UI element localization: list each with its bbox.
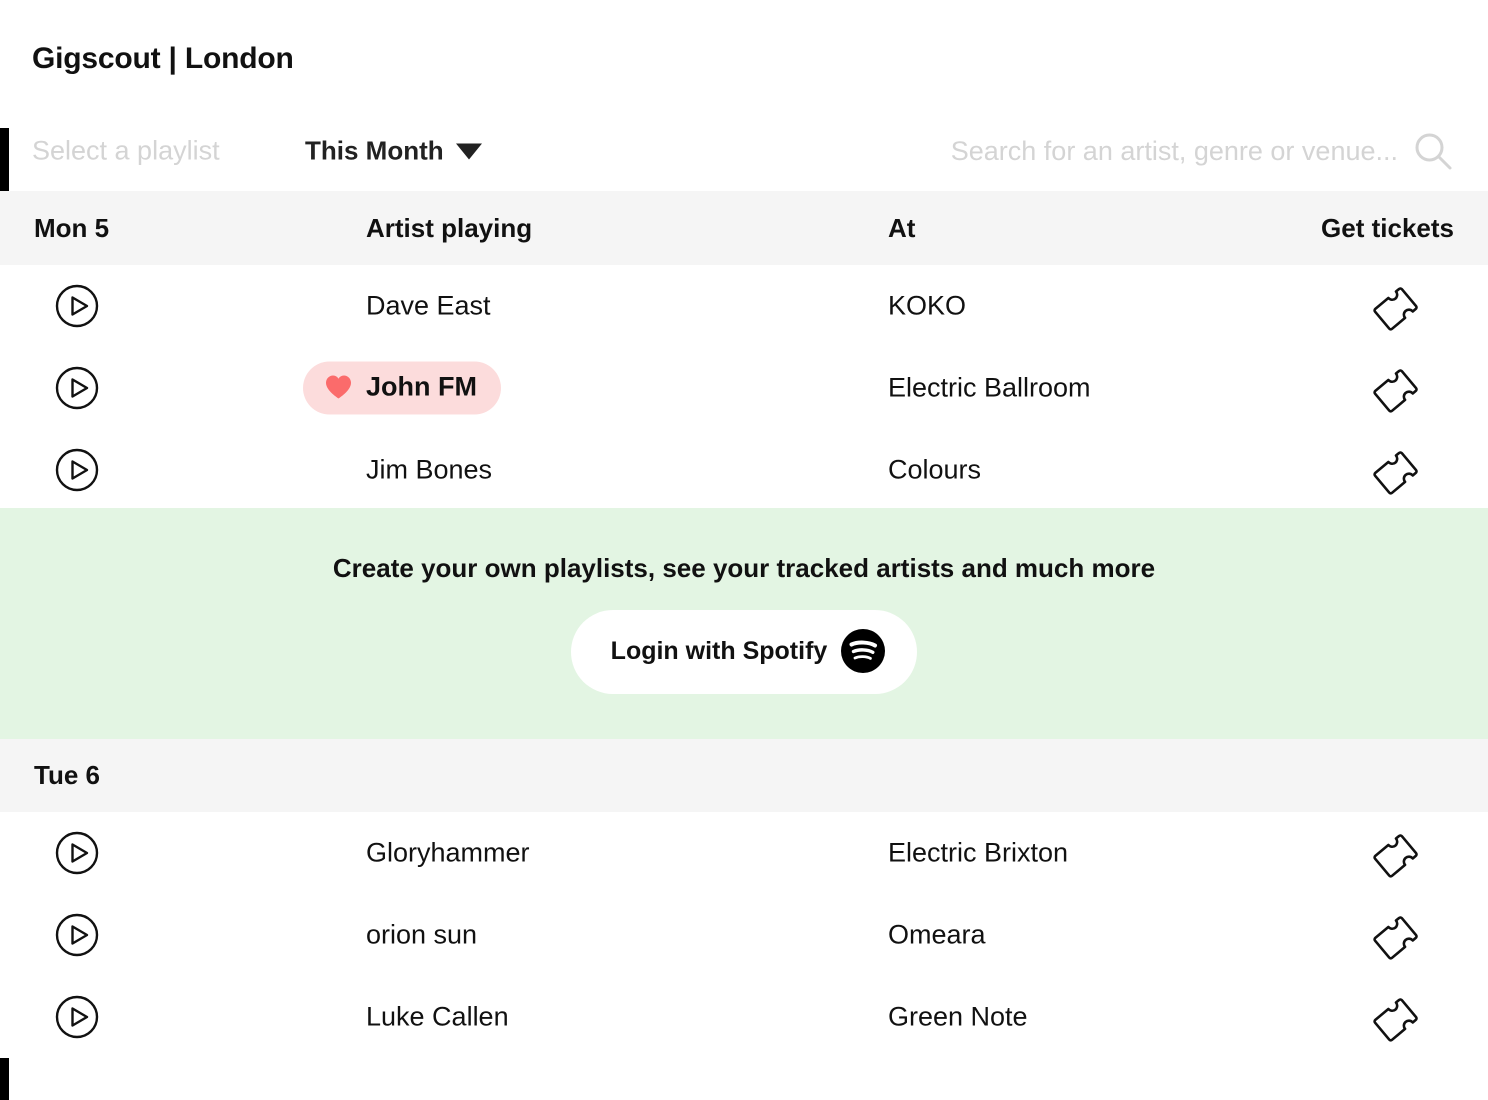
page-title: Gigscout | London xyxy=(32,42,294,75)
ticket-icon[interactable] xyxy=(1370,281,1428,331)
day-label: Mon 5 xyxy=(34,212,110,243)
venue-name: Electric Brixton xyxy=(888,837,1069,868)
table-row[interactable]: Dave East KOKO xyxy=(0,265,1488,347)
search-input[interactable] xyxy=(888,135,1398,167)
column-header-tickets: Get tickets xyxy=(1321,212,1454,243)
app-root: Gigscout | London Select a playlist This… xyxy=(0,0,1488,1100)
ticket-icon[interactable] xyxy=(1370,992,1428,1042)
artist-name[interactable]: Dave East xyxy=(366,291,491,322)
artist-name-tracked[interactable]: John FM xyxy=(303,361,501,415)
play-circle-icon[interactable] xyxy=(55,831,99,875)
promo-text: Create your own playlists, see your trac… xyxy=(332,553,1156,583)
ticket-icon[interactable] xyxy=(1370,363,1428,413)
play-circle-icon[interactable] xyxy=(55,448,99,492)
artist-name[interactable]: orion sun xyxy=(366,920,477,951)
play-circle-icon[interactable] xyxy=(55,995,99,1039)
ticket-icon[interactable] xyxy=(1370,828,1428,878)
venue-name: Electric Ballroom xyxy=(888,372,1091,403)
search-icon[interactable] xyxy=(1412,130,1454,172)
day-label: Tue 6 xyxy=(34,760,100,790)
table-row[interactable]: John FM Electric Ballroom xyxy=(0,347,1488,429)
login-promo-banner: Create your own playlists, see your trac… xyxy=(0,508,1488,739)
login-button-label: Login with Spotify xyxy=(610,636,828,665)
toolbar: Select a playlist This Month xyxy=(0,112,1488,190)
search-area xyxy=(888,130,1454,172)
play-circle-icon[interactable] xyxy=(55,913,99,957)
column-header-artist: Artist playing xyxy=(366,212,533,243)
table-row[interactable]: Jim Bones Colours xyxy=(0,429,1488,511)
ticket-icon[interactable] xyxy=(1370,445,1428,495)
venue-name: Omeara xyxy=(888,919,986,950)
playlist-select[interactable]: Select a playlist xyxy=(32,136,220,167)
column-header-at: At xyxy=(888,212,916,243)
table-row[interactable]: orion sun Omeara xyxy=(0,894,1488,976)
ticket-icon[interactable] xyxy=(1370,910,1428,960)
artist-name: John FM xyxy=(366,371,477,402)
venue-name: Green Note xyxy=(888,1001,1028,1032)
login-with-spotify-button[interactable]: Login with Spotify xyxy=(570,610,918,694)
table-row[interactable]: Luke Callen Green Note xyxy=(0,976,1488,1058)
month-range-dropdown[interactable]: This Month xyxy=(305,136,482,167)
left-rail-segment xyxy=(0,128,9,191)
spotify-icon xyxy=(841,629,886,673)
table-row[interactable]: Gloryhammer Electric Brixton xyxy=(0,812,1488,894)
artist-name[interactable]: Jim Bones xyxy=(366,455,492,486)
play-circle-icon[interactable] xyxy=(55,284,99,328)
artist-name[interactable]: Gloryhammer xyxy=(366,838,530,869)
month-range-label: This Month xyxy=(305,135,444,166)
day-header-tue-6: Tue 6 xyxy=(0,739,1488,812)
play-circle-icon[interactable] xyxy=(55,366,99,410)
day-header-mon-5: Mon 5 Artist playing At Get tickets xyxy=(0,191,1488,265)
chevron-down-icon xyxy=(455,143,482,159)
venue-name: Colours xyxy=(888,454,982,485)
artist-name[interactable]: Luke Callen xyxy=(366,1002,509,1033)
venue-name: KOKO xyxy=(888,290,967,321)
heart-icon xyxy=(326,375,351,399)
